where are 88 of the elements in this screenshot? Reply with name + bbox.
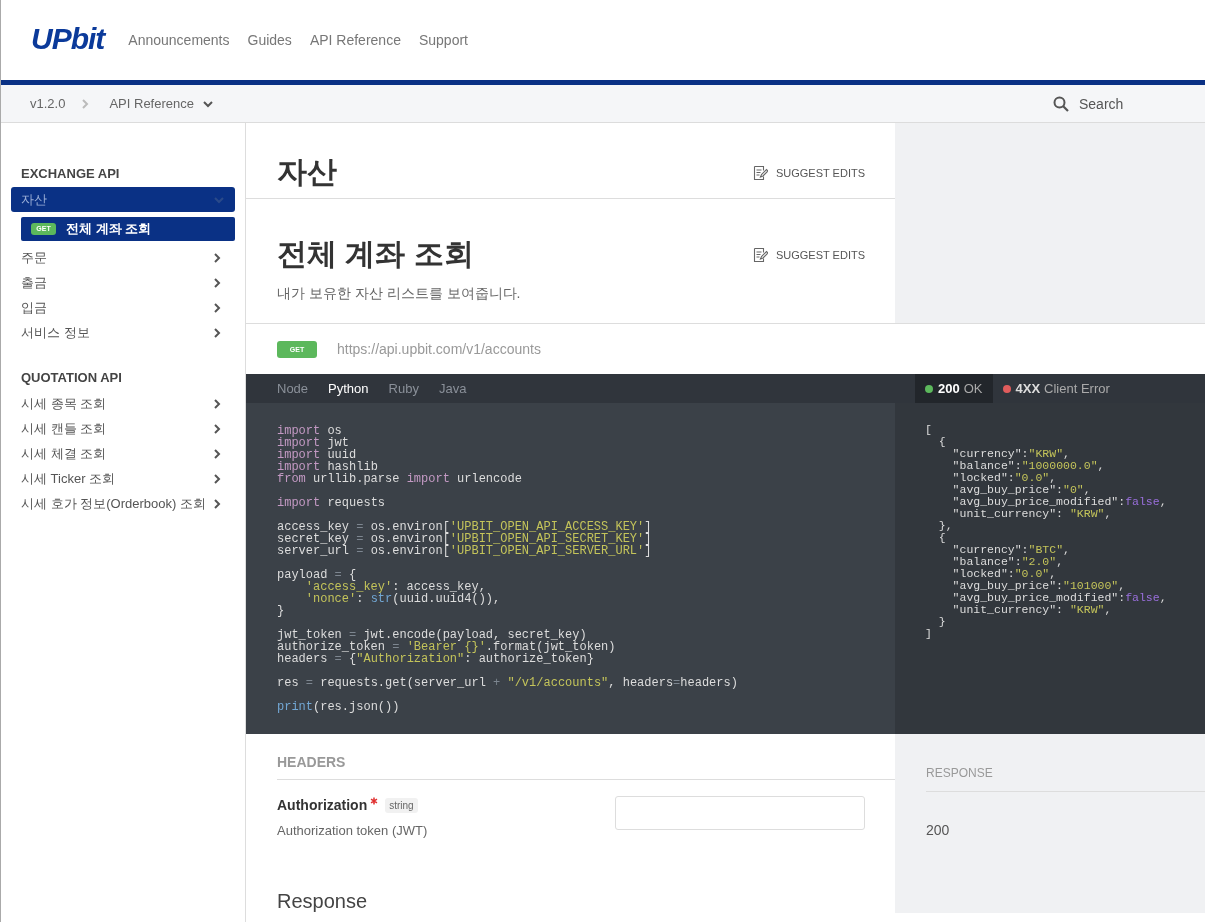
page-title: 전체 계좌 조회 (277, 236, 474, 272)
sidebar-item[interactable]: 시세 캔들 조회 (1, 416, 245, 441)
code-line: print(res.json()) (277, 701, 401, 713)
code-line: "unit_currency": "KRW", (951, 604, 1113, 616)
language-tab[interactable]: Java (438, 374, 467, 403)
code-line: "currency":"KRW", (951, 448, 1071, 460)
response-heading: RESPONSE (926, 766, 1205, 792)
code-line: "balance":"1000000.0", (951, 460, 1106, 472)
status-tab[interactable]: 200 OK (915, 374, 993, 403)
sidebar-item[interactable]: 시세 Ticker 조회 (1, 466, 245, 491)
code-line: "locked":"0.0", (951, 568, 1058, 580)
nav-link[interactable]: API Reference (309, 32, 401, 48)
section-dropdown[interactable]: API Reference (109, 96, 214, 111)
code-line: import os (277, 425, 342, 437)
edit-icon (751, 164, 768, 181)
sidebar-item[interactable]: 출금 (1, 270, 245, 295)
sidebar-item[interactable]: 서비스 정보 (1, 320, 245, 345)
nav-link[interactable]: Support (418, 32, 468, 48)
chevron-icon (211, 326, 223, 339)
code-line: "currency":"BTC", (951, 544, 1071, 556)
response-heading: Response (277, 890, 369, 913)
code-line: server_url = os.environ['UPBIT_OPEN_API_SERVER_URL'] (277, 545, 653, 557)
chevron-icon (211, 422, 223, 435)
chevron-icon (211, 472, 223, 485)
code-line: from urllib.parse import urlencode (277, 473, 523, 485)
code-line: import hashlib (277, 461, 378, 473)
code-line: 'nonce': str(uuid.uuid4()), (304, 593, 502, 605)
sidebar-item[interactable]: 자산 (11, 187, 235, 212)
sidebar-heading: EXCHANGE API (20, 165, 121, 183)
code-line: authorize_token = 'Bearer {}'.format(jwt_token) (277, 641, 617, 653)
sidebar-item[interactable]: 시세 종목 조회 (1, 391, 245, 416)
type-badge: string (385, 797, 418, 813)
language-tab[interactable]: Python (328, 374, 369, 403)
param-name: Authorization (277, 797, 368, 813)
code-line: headers = {"Authorization": authorize_token} (277, 653, 594, 665)
search-field[interactable]: Search (1077, 94, 1181, 113)
version-link[interactable]: v1.2.0 (30, 96, 66, 111)
code-line: "balance":"2.0", (951, 556, 1065, 568)
code-line: [ (925, 424, 933, 436)
chevron-icon (211, 497, 223, 510)
code-line: "avg_buy_price_modified":false, (951, 592, 1168, 604)
chevron-icon (211, 301, 223, 314)
status-tab[interactable]: 4XX Client Error (992, 374, 1120, 403)
code-line: "locked":"0.0", (951, 472, 1058, 484)
edit-icon (751, 246, 768, 263)
input-field[interactable] (615, 796, 865, 830)
chevron-icon (211, 447, 223, 460)
code-line: secret_key = os.environ['UPBIT_OPEN_API_SECRET_KEY'] (277, 533, 653, 545)
code-line: ] (925, 628, 933, 640)
code-line: jwt_token = jwt.encode(payload, secret_key) (277, 629, 587, 641)
code-line: { (937, 532, 947, 544)
sidebar-item[interactable]: 시세 호가 정보(Orderbook) 조회 (1, 491, 245, 516)
code-line: payload = { (277, 569, 357, 581)
section-title: 자산 (277, 154, 337, 190)
endpoint-url: https://api.upbit.com/v1/accounts (337, 341, 541, 357)
headers-heading: HEADERS (277, 754, 895, 780)
code-line: "avg_buy_price":"101000", (951, 580, 1127, 592)
chevron-icon (211, 276, 223, 289)
language-tab[interactable]: Node (277, 374, 309, 403)
param-description: Authorization token (JWT) (277, 823, 428, 838)
code-line: } (277, 605, 286, 617)
code-line: access_key = os.environ['UPBIT_OPEN_API_ACCESS_KEY'] (277, 521, 653, 533)
language-tab[interactable]: Ruby (388, 374, 419, 403)
code-line: "avg_buy_price_modified":false, (951, 496, 1168, 508)
sidebar-heading: QUOTATION API (20, 369, 123, 387)
chevron-icon (211, 251, 223, 264)
nav-link[interactable]: Guides (247, 32, 292, 48)
sidebar-item[interactable]: 주문 (1, 245, 245, 270)
response-status: 200 (926, 822, 951, 838)
code-line: 'access_key': access_key, (305, 581, 486, 593)
code-line: { (937, 436, 947, 448)
search-icon (1053, 95, 1069, 112)
code-line: res = requests.get(server_url + "/v1/accounts", headers=headers) (277, 677, 739, 689)
nav-link[interactable]: Announcements (128, 32, 230, 48)
logo[interactable]: UPbit (31, 22, 105, 56)
page-description: 내가 보유한 자산 리스트를 보여줍니다. (277, 285, 522, 303)
code-line: } (937, 616, 947, 628)
sidebar-item[interactable]: 입금 (1, 295, 245, 320)
suggest-edits-link[interactable]: SUGGEST EDITS (751, 246, 865, 263)
code-line: }, (937, 520, 954, 532)
suggest-edits-link[interactable]: SUGGEST EDITS (751, 164, 865, 181)
chevron-icon (211, 397, 223, 410)
sidebar-item[interactable]: 시세 체결 조회 (1, 441, 245, 466)
code-line: import requests (277, 497, 387, 509)
code-line: import uuid (277, 449, 357, 461)
code-line: "unit_currency": "KRW", (951, 508, 1113, 520)
code-line: import jwt (277, 437, 350, 449)
code-line: "avg_buy_price":"0", (951, 484, 1092, 496)
